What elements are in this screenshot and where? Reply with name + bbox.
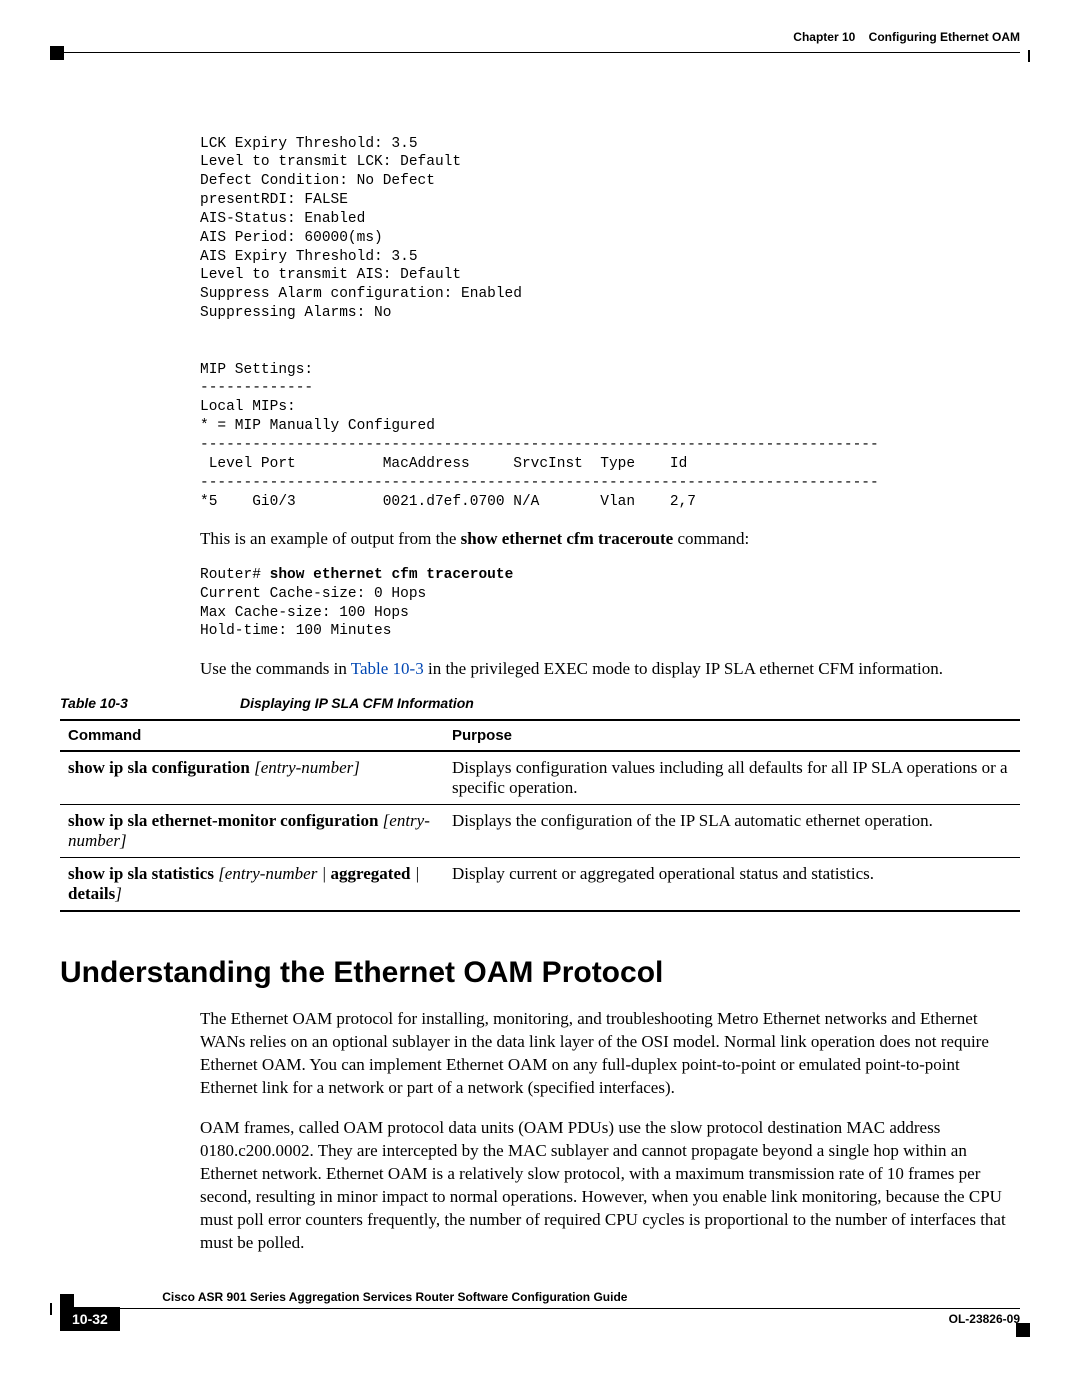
footer: Cisco ASR 901 Series Aggregation Service…: [60, 1286, 1020, 1331]
cli-output-1: LCK Expiry Threshold: 3.5 Level to trans…: [200, 135, 1020, 512]
table-row: show ip sla ethernet-monitor configurati…: [60, 805, 1020, 858]
cmd-arg: ]: [115, 884, 122, 903]
command-cell: show ip sla ethernet-monitor configurati…: [60, 805, 444, 858]
content-area: LCK Expiry Threshold: 3.5 Level to trans…: [60, 120, 1020, 1265]
para-oam-frames: OAM frames, called OAM protocol data uni…: [200, 1117, 1020, 1255]
cmd-arg: [entry-number |: [214, 864, 331, 883]
cli-rest: Current Cache-size: 0 Hops Max Cache-siz…: [200, 586, 426, 640]
cli-prompt: Router#: [200, 567, 270, 583]
running-header: Chapter 10 Configuring Ethernet OAM: [793, 30, 1020, 44]
page-number: 10-32: [60, 1307, 120, 1331]
footer-row: 10-32 OL-23826-09: [60, 1307, 1020, 1331]
cmd-part: show ip sla configuration: [68, 758, 250, 777]
cmd-part: show ip sla statistics: [68, 864, 214, 883]
column-header-command: Command: [60, 720, 444, 751]
cli-command: show ethernet cfm traceroute: [270, 567, 514, 583]
cmd-part: show ip sla ethernet-monitor configurati…: [68, 811, 378, 830]
guide-title: Cisco ASR 901 Series Aggregation Service…: [162, 1290, 627, 1304]
para2-suffix: in the privileged EXEC mode to display I…: [424, 659, 943, 678]
para-table-intro: Use the commands in Table 10-3 in the pr…: [200, 658, 1020, 681]
table-number: Table 10-3: [60, 695, 240, 711]
page: Chapter 10 Configuring Ethernet OAM LCK …: [0, 0, 1080, 1397]
crop-mark-bottom-left: [50, 1303, 52, 1315]
crop-mark-top-right: [1028, 50, 1030, 62]
crop-mark-top-left: [50, 46, 64, 60]
column-header-purpose: Purpose: [444, 720, 1020, 751]
table-row: show ip sla configuration [entry-number]…: [60, 751, 1020, 805]
cmd-part: aggregated: [331, 864, 411, 883]
footer-square-icon: [60, 1294, 74, 1308]
footer-title-row: Cisco ASR 901 Series Aggregation Service…: [60, 1286, 1020, 1308]
command-cell: show ip sla statistics [entry-number | a…: [60, 858, 444, 912]
section-heading: Understanding the Ethernet OAM Protocol: [60, 956, 1020, 990]
table-caption: Table 10-3Displaying IP SLA CFM Informat…: [60, 695, 1020, 711]
table-row: show ip sla statistics [entry-number | a…: [60, 858, 1020, 912]
cmd-part: details: [68, 884, 115, 903]
para2-prefix: Use the commands in: [200, 659, 351, 678]
ip-sla-table: Command Purpose show ip sla configuratio…: [60, 719, 1020, 912]
cmd-arg: [entry-number]: [250, 758, 360, 777]
table-link[interactable]: Table 10-3: [351, 659, 424, 678]
purpose-cell: Display current or aggregated operationa…: [444, 858, 1020, 912]
chapter-number: Chapter 10: [793, 30, 855, 44]
cmd-arg: |: [410, 864, 419, 883]
cli-output-2: Router# show ethernet cfm traceroute Cur…: [200, 566, 1020, 641]
doc-id: OL-23826-09: [949, 1312, 1020, 1326]
para-oam-intro: The Ethernet OAM protocol for installing…: [200, 1008, 1020, 1100]
crop-mark-bottom-right: [1016, 1323, 1030, 1337]
para-traceroute-intro: This is an example of output from the sh…: [200, 528, 1020, 551]
command-cell: show ip sla configuration [entry-number]: [60, 751, 444, 805]
purpose-cell: Displays the configuration of the IP SLA…: [444, 805, 1020, 858]
purpose-cell: Displays configuration values including …: [444, 751, 1020, 805]
para1-prefix: This is an example of output from the: [200, 529, 461, 548]
chapter-title: Configuring Ethernet OAM: [869, 30, 1020, 44]
header-rule: [58, 52, 1020, 53]
para1-suffix: command:: [673, 529, 749, 548]
para1-command: show ethernet cfm traceroute: [461, 529, 674, 548]
table-title: Displaying IP SLA CFM Information: [240, 695, 474, 711]
